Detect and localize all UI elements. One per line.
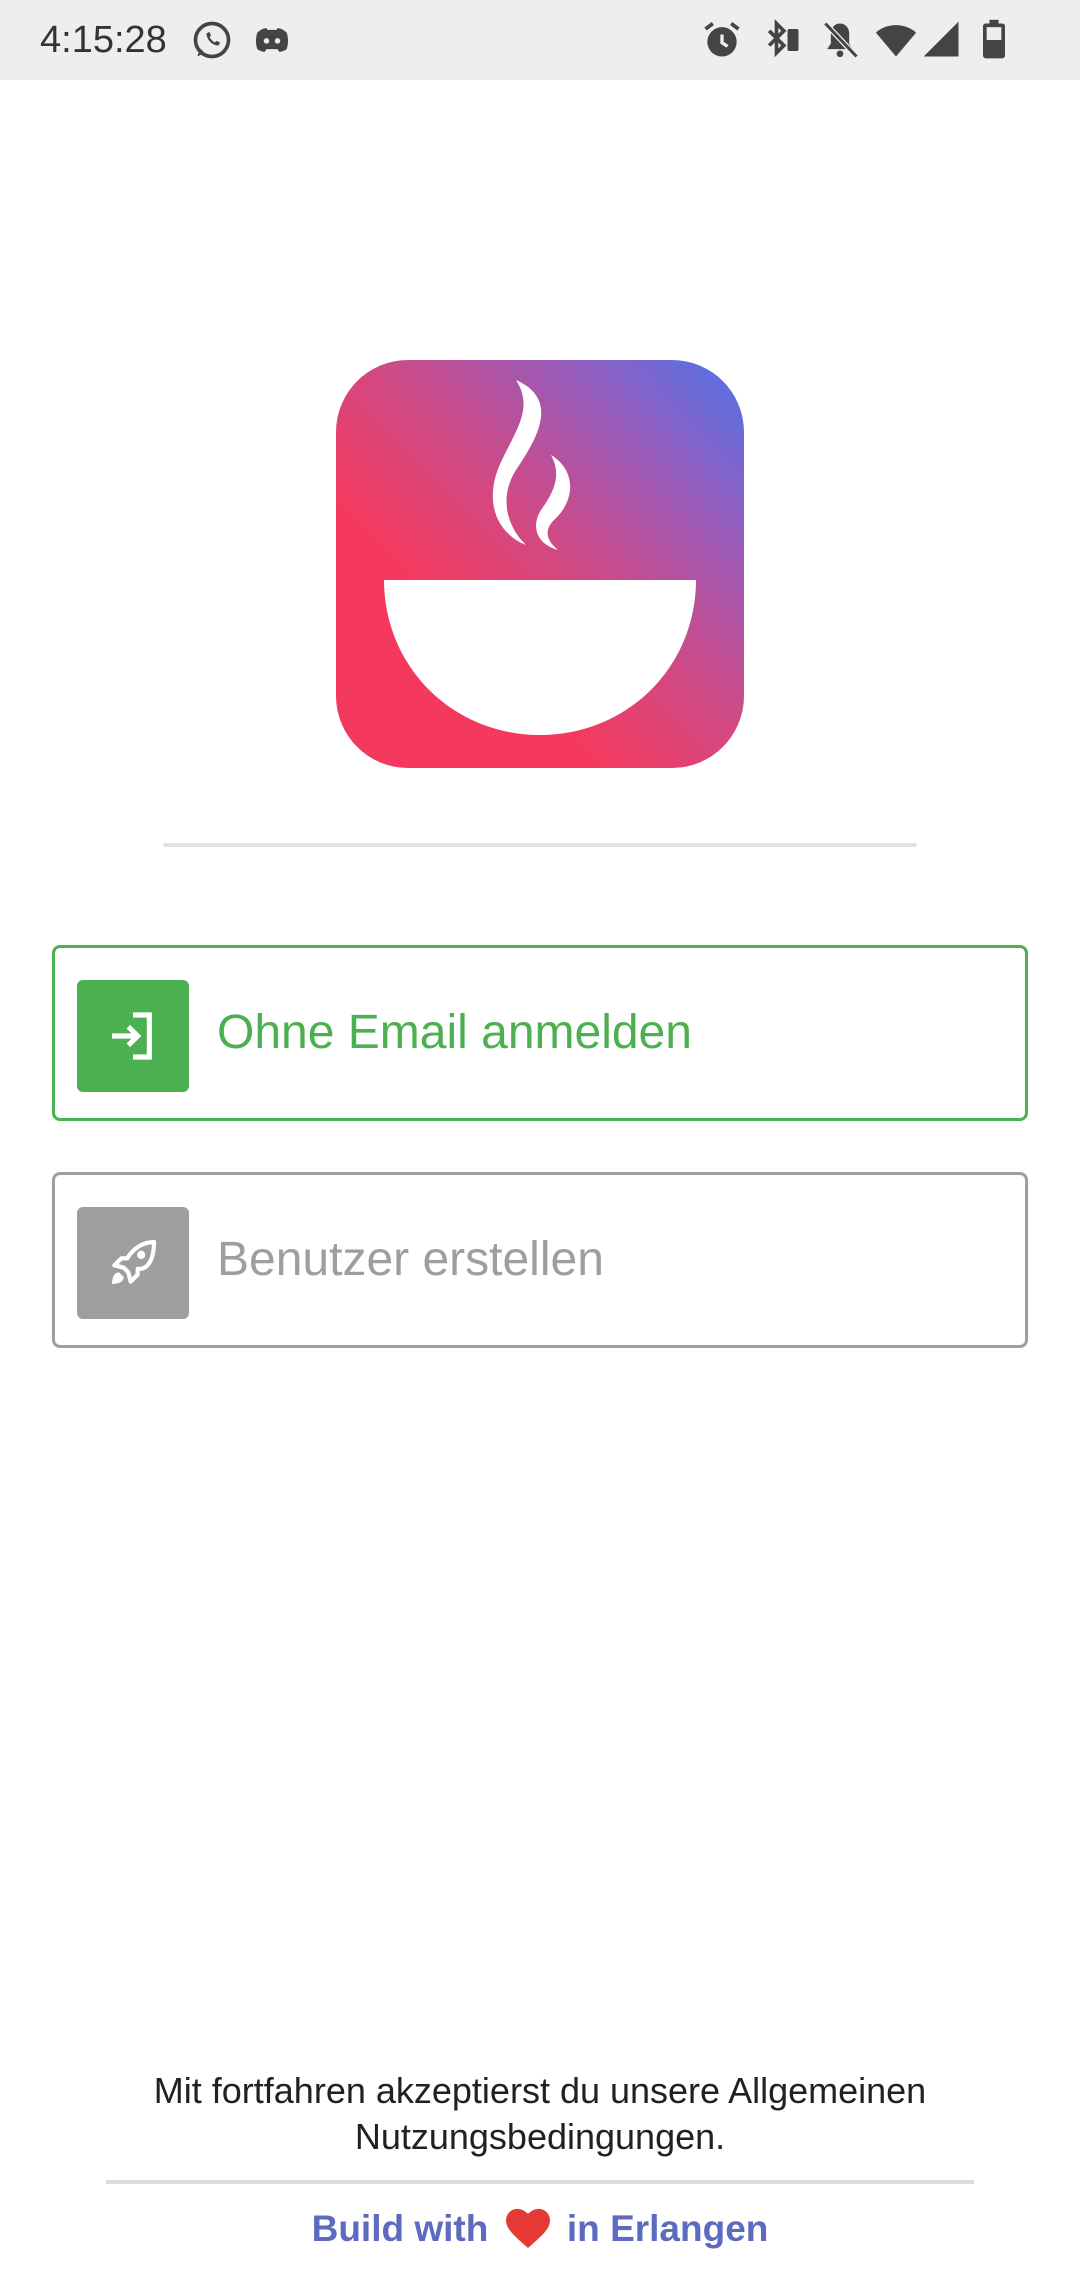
app-logo <box>336 360 744 768</box>
build-suffix: in Erlangen <box>566 2208 769 2249</box>
rocket-icon-box <box>77 1207 189 1319</box>
alarm-icon <box>700 18 744 62</box>
notifications-off-icon <box>818 18 862 62</box>
heart-icon <box>505 2207 551 2249</box>
login-without-email-label: Ohne Email anmelden <box>217 1006 692 1059</box>
login-arrow-icon <box>112 1012 152 1060</box>
wifi-icon <box>874 18 918 62</box>
login-screen: 4:15:28 Ohne Email anmelden Benutzer ers… <box>0 0 1080 2280</box>
whatsapp-icon <box>190 18 234 62</box>
create-user-label: Benutzer erstellen <box>217 1233 604 1286</box>
create-user-button[interactable]: Benutzer erstellen <box>52 1172 1028 1348</box>
steaming-bowl-icon <box>384 380 696 735</box>
terms-line-2: Nutzungsbedingungen. <box>354 2116 726 2157</box>
bluetooth-icon <box>760 18 804 62</box>
battery-icon <box>972 18 1016 62</box>
login-without-email-button[interactable]: Ohne Email anmelden <box>52 945 1028 1121</box>
status-time: 4:15:28 <box>40 19 167 61</box>
build-credit: Build with in Erlangen <box>0 2204 1080 2254</box>
terms-line-1: Mit fortfahren akzeptierst du unsere All… <box>153 2070 927 2111</box>
login-icon-box <box>77 980 189 1092</box>
footer-divider <box>106 2180 974 2184</box>
build-prefix: Build with <box>311 2208 489 2249</box>
discord-icon <box>250 18 294 62</box>
signal-icon <box>920 18 964 62</box>
rocket-icon <box>112 1239 157 1284</box>
status-bar: 4:15:28 <box>0 0 1080 80</box>
logo-divider <box>163 843 917 847</box>
terms-notice[interactable]: Mit fortfahren akzeptierst du unsere All… <box>60 2068 1020 2160</box>
